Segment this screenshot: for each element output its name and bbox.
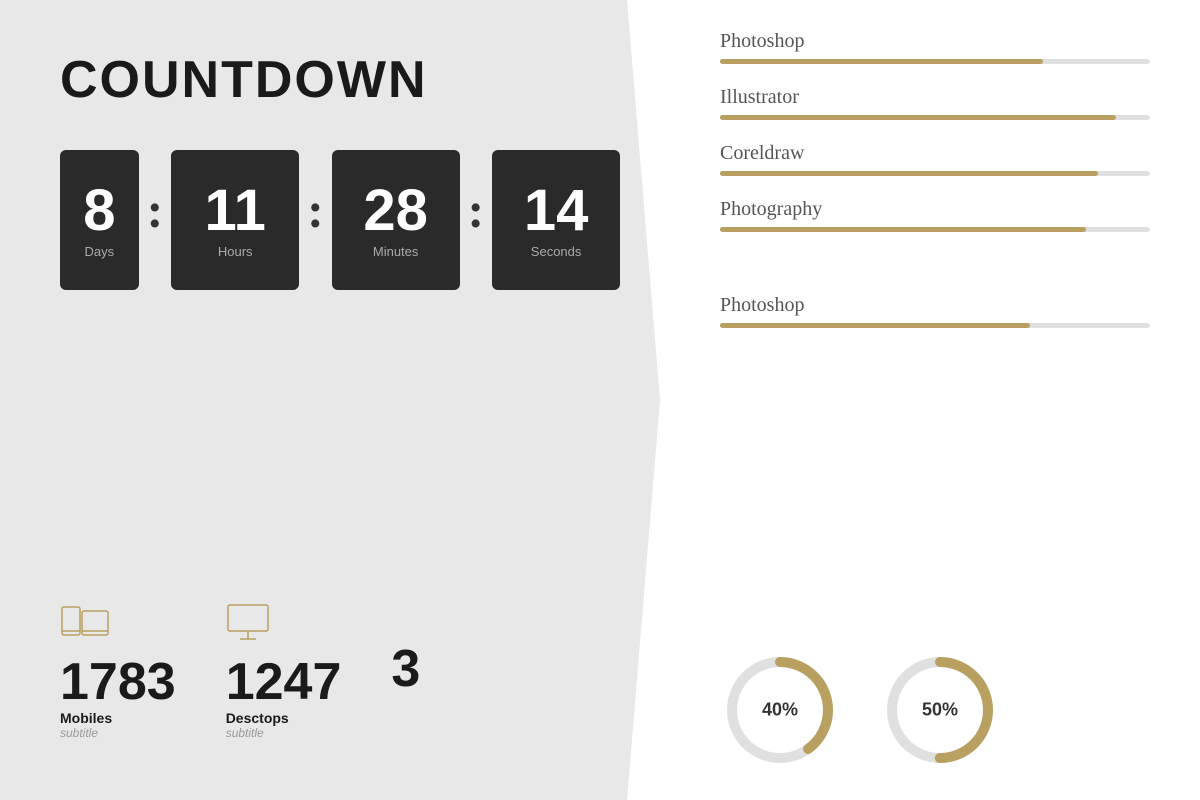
skill-photography-bar-bg bbox=[720, 227, 1150, 232]
timer-row: 8 Days : 11 Hours : 28 Minutes : 14 Seco… bbox=[60, 150, 620, 290]
skill-photography-bar-fill bbox=[720, 227, 1086, 232]
donut-40-wrapper: 40% bbox=[720, 650, 840, 770]
skill-coreldraw-bar-fill bbox=[720, 171, 1098, 176]
stat-mobiles: 1783 Mobiles subtitle bbox=[60, 603, 176, 740]
timer-seconds-block: 14 Seconds bbox=[492, 150, 620, 290]
colon-3: : bbox=[468, 181, 485, 239]
mobile-icon bbox=[60, 603, 110, 648]
skill-photography-name: Photography bbox=[720, 198, 1150, 221]
skill-photoshop-bar-fill bbox=[720, 59, 1043, 64]
skills-section: Photoshop Illustrator Coreldraw Photogra… bbox=[720, 30, 1150, 630]
timer-seconds-label: Seconds bbox=[531, 244, 582, 259]
stat-desktops: 1247 Desctops subtitle bbox=[226, 603, 342, 740]
donut-50-label: 50% bbox=[922, 700, 958, 721]
timer-hours-number: 11 bbox=[205, 182, 266, 240]
timer-minutes-label: Minutes bbox=[373, 244, 419, 259]
donut-40-label: 40% bbox=[762, 700, 798, 721]
skill-photoshop2-name: Photoshop bbox=[720, 294, 1150, 317]
colon-2: : bbox=[307, 181, 324, 239]
timer-days-block: 8 Days bbox=[60, 150, 139, 290]
right-panel: Photoshop Illustrator Coreldraw Photogra… bbox=[660, 0, 1200, 800]
donut-50: 50% bbox=[880, 650, 1000, 770]
skill-coreldraw-bar-bg bbox=[720, 171, 1150, 176]
skill-photoshop2-bar-fill bbox=[720, 323, 1030, 328]
stat-other: 3 bbox=[391, 603, 451, 695]
timer-hours-block: 11 Hours bbox=[171, 150, 299, 290]
timer-minutes-number: 28 bbox=[363, 182, 428, 240]
skill-illustrator-bar-bg bbox=[720, 115, 1150, 120]
timer-seconds-number: 14 bbox=[524, 182, 589, 240]
skill-illustrator-bar-fill bbox=[720, 115, 1116, 120]
countdown-title: COUNTDOWN bbox=[60, 50, 620, 110]
skill-illustrator: Illustrator bbox=[720, 86, 1150, 120]
timer-days-number: 8 bbox=[83, 182, 115, 240]
desktop-icon bbox=[226, 603, 276, 648]
donuts-section: 40% 50% bbox=[720, 630, 1150, 770]
other-number: 3 bbox=[391, 643, 451, 695]
desktops-title: Desctops bbox=[226, 710, 289, 726]
skill-coreldraw: Coreldraw bbox=[720, 142, 1150, 176]
donut-50-wrapper: 50% bbox=[880, 650, 1000, 770]
timer-hours-label: Hours bbox=[218, 244, 253, 259]
desktops-subtitle: subtitle bbox=[226, 726, 264, 740]
skill-photoshop2: Photoshop bbox=[720, 294, 1150, 328]
mobiles-title: Mobiles bbox=[60, 710, 112, 726]
colon-1: : bbox=[147, 181, 164, 239]
mobiles-subtitle: subtitle bbox=[60, 726, 98, 740]
desktops-number: 1247 bbox=[226, 656, 342, 708]
skill-illustrator-name: Illustrator bbox=[720, 86, 1150, 109]
skill-photoshop-name: Photoshop bbox=[720, 30, 1150, 53]
skill-photoshop-bar-bg bbox=[720, 59, 1150, 64]
skill-photoshop2-bar-bg bbox=[720, 323, 1150, 328]
donut-40: 40% bbox=[720, 650, 840, 770]
skill-coreldraw-name: Coreldraw bbox=[720, 142, 1150, 165]
skill-photography: Photography bbox=[720, 198, 1150, 232]
left-panel: COUNTDOWN 8 Days : 11 Hours : 28 Minutes… bbox=[0, 0, 660, 800]
skill-photoshop: Photoshop bbox=[720, 30, 1150, 64]
stats-row: 1783 Mobiles subtitle 1247 Desctops subt… bbox=[60, 603, 451, 740]
mobiles-number: 1783 bbox=[60, 656, 176, 708]
timer-days-label: Days bbox=[85, 244, 115, 259]
timer-minutes-block: 28 Minutes bbox=[332, 150, 460, 290]
